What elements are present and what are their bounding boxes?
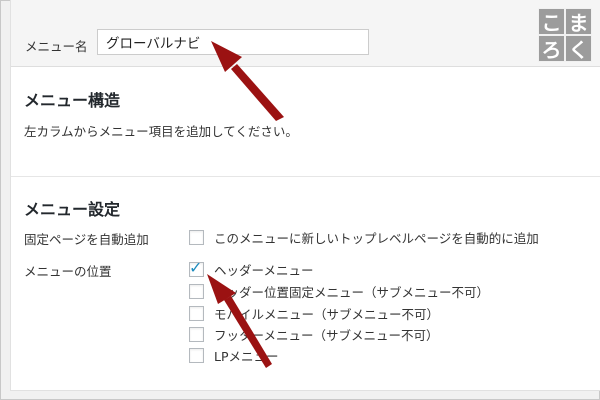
arrow-to-menu-name: [211, 41, 284, 121]
annotation-arrows: [207, 41, 284, 368]
arrow-shaft: [231, 64, 284, 121]
arrow-to-header-checkbox: [207, 274, 272, 368]
arrow-shaft: [224, 296, 272, 368]
